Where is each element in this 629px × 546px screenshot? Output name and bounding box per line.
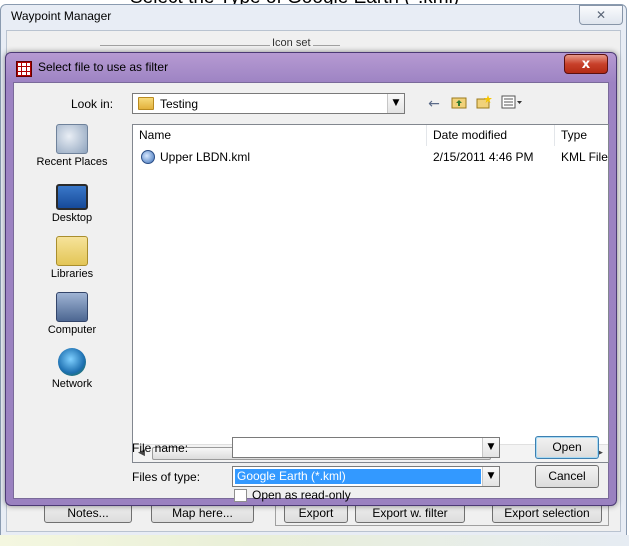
look-in-dropdown[interactable]: Testing ▼ <box>132 93 405 114</box>
column-header-date[interactable]: Date modified <box>427 125 555 146</box>
look-in-value: Testing <box>160 97 199 111</box>
dialog-title: Select file to use as filter <box>38 60 169 74</box>
file-name-combo[interactable]: ▼ <box>232 437 500 458</box>
network-icon <box>58 348 86 376</box>
dialog-client: Look in: Testing ▼ ← Recent Places Deskt… <box>13 82 609 502</box>
place-libraries[interactable]: Libraries <box>20 236 124 280</box>
file-list[interactable]: Name Date modified Type Upper LBDN.kml 2… <box>132 124 609 463</box>
window-close-button[interactable]: ✕ <box>579 5 623 25</box>
libraries-icon <box>56 236 88 266</box>
icon-set-label: Icon set <box>270 37 313 49</box>
column-header-name[interactable]: Name <box>133 125 427 146</box>
file-type-cell: KML File <box>561 150 608 164</box>
up-folder-icon[interactable] <box>450 95 468 113</box>
file-row[interactable]: Upper LBDN.kml 2/15/2011 4:46 PM KML Fil… <box>133 149 608 167</box>
dialog-toolbar: ← <box>425 94 524 114</box>
files-of-type-dropdown[interactable]: Google Earth (*.kml) ▼ <box>232 466 500 487</box>
column-header-type[interactable]: Type <box>555 125 608 146</box>
bottom-strip <box>0 535 629 546</box>
file-name-cell: Upper LBDN.kml <box>160 150 251 164</box>
place-recent-places[interactable]: Recent Places <box>20 124 124 168</box>
kml-file-icon <box>141 150 155 164</box>
new-folder-icon[interactable] <box>475 95 493 113</box>
chevron-down-icon[interactable]: ▼ <box>482 438 499 457</box>
place-label: Network <box>51 378 93 390</box>
open-button[interactable]: Open <box>535 436 599 459</box>
place-label: Desktop <box>51 212 93 224</box>
file-date-cell: 2/15/2011 4:46 PM <box>433 150 534 164</box>
files-of-type-value: Google Earth (*.kml) <box>235 469 348 484</box>
place-network[interactable]: Network <box>20 348 124 390</box>
window-title: Waypoint Manager <box>11 9 112 23</box>
app-grid-icon <box>16 61 32 77</box>
place-label: Recent Places <box>36 156 108 168</box>
folder-icon <box>138 97 154 110</box>
place-label: Libraries <box>50 268 94 280</box>
computer-icon <box>56 292 88 322</box>
place-label: Computer <box>47 324 97 336</box>
read-only-checkbox[interactable] <box>234 489 247 502</box>
cancel-button[interactable]: Cancel <box>535 465 599 488</box>
place-desktop[interactable]: Desktop <box>20 180 124 224</box>
view-menu-icon[interactable] <box>500 95 524 113</box>
files-of-type-label: Files of type: <box>132 470 201 484</box>
place-computer[interactable]: Computer <box>20 292 124 336</box>
select-file-dialog: Select file to use as filter x Look in: … <box>5 52 617 506</box>
file-name-label: File name: <box>132 441 189 455</box>
file-name-input[interactable] <box>234 439 480 456</box>
desktop-icon <box>56 184 88 210</box>
chevron-down-icon[interactable]: ▼ <box>482 467 499 486</box>
recent-places-icon <box>56 124 88 154</box>
look-in-label: Look in: <box>71 97 114 111</box>
chevron-down-icon[interactable]: ▼ <box>387 94 404 113</box>
read-only-label: Open as read-only <box>252 488 351 502</box>
dialog-close-button[interactable]: x <box>564 54 608 74</box>
back-arrow-icon[interactable]: ← <box>425 95 443 113</box>
places-bar: Recent Places Desktop Libraries Computer… <box>20 124 124 464</box>
